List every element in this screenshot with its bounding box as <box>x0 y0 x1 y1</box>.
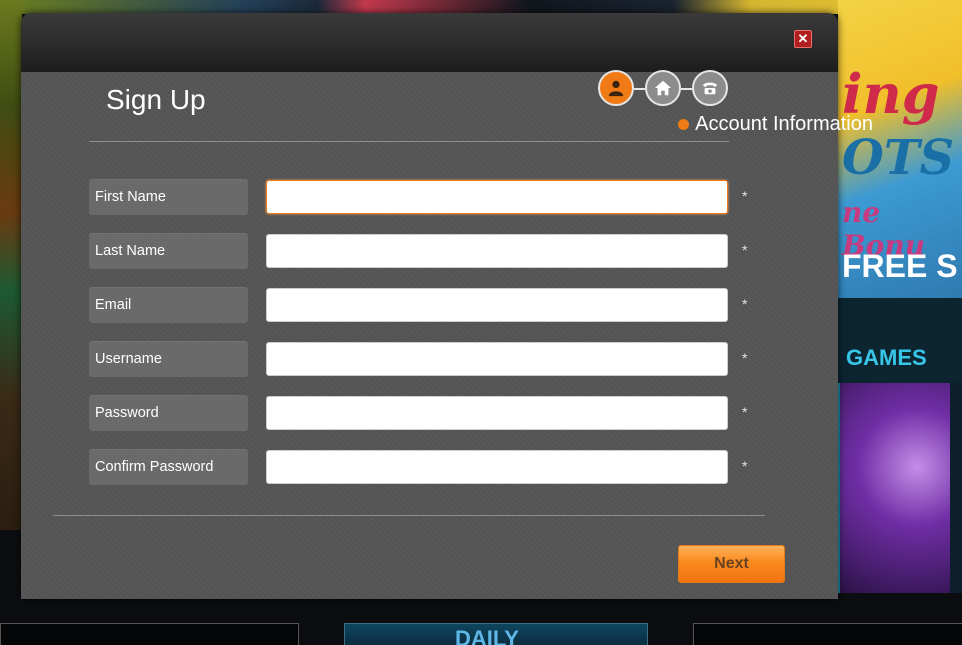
email-input[interactable] <box>266 288 728 322</box>
confirm-password-input[interactable] <box>266 450 728 484</box>
form-row-email: Email * <box>89 287 759 323</box>
background-left-banner <box>0 0 22 530</box>
first-name-input[interactable] <box>266 180 728 214</box>
game-tile[interactable] <box>838 383 950 593</box>
step-account-icon[interactable] <box>598 70 634 106</box>
form-row-password: Password * <box>89 395 759 431</box>
field-label: Confirm Password <box>89 449 248 485</box>
last-name-input[interactable] <box>266 234 728 268</box>
current-step-text: Account Information <box>695 113 873 135</box>
username-input[interactable] <box>266 342 728 376</box>
step-indicator-dot <box>678 119 690 130</box>
background-header-strip <box>0 0 962 14</box>
step-contact-icon[interactable] <box>692 70 728 106</box>
field-label: Username <box>89 341 248 377</box>
step-connector <box>634 88 645 90</box>
step-connector <box>681 88 692 90</box>
form-row-first-name: First Name * <box>89 179 759 215</box>
required-marker: * <box>742 350 748 366</box>
required-marker: * <box>742 404 748 420</box>
required-marker: * <box>742 458 748 474</box>
field-label: First Name <box>89 179 248 215</box>
game-tile-edge <box>950 383 962 593</box>
footer-divider <box>53 515 765 516</box>
step-address-icon[interactable] <box>645 70 681 106</box>
modal-body <box>21 72 838 599</box>
modal-header: ✕ <box>21 13 838 72</box>
bottom-card[interactable] <box>693 623 962 645</box>
field-label: Email <box>89 287 248 323</box>
bottom-card[interactable] <box>0 623 299 645</box>
header-divider <box>89 141 729 142</box>
form-row-last-name: Last Name * <box>89 233 759 269</box>
required-marker: * <box>742 242 748 258</box>
promo-banner-text: FREE S <box>842 248 958 284</box>
home-icon <box>654 80 672 96</box>
promo-banner-text: OTS <box>842 130 955 186</box>
form-row-confirm-password: Confirm Password * <box>89 449 759 485</box>
page-title: Sign Up <box>106 84 206 115</box>
bottom-card-label: DAILY <box>455 626 519 645</box>
next-button[interactable]: Next <box>678 545 785 583</box>
form-row-username: Username * <box>89 341 759 377</box>
field-label: Password <box>89 395 248 431</box>
current-step-label: Account Information <box>678 113 873 136</box>
games-section-label: GAMES <box>846 345 927 370</box>
required-marker: * <box>742 296 748 312</box>
user-icon <box>608 80 624 97</box>
close-button[interactable]: ✕ <box>794 30 812 48</box>
password-input[interactable] <box>266 396 728 430</box>
required-marker: * <box>742 188 748 204</box>
field-label: Last Name <box>89 233 248 269</box>
phone-icon <box>702 82 718 95</box>
